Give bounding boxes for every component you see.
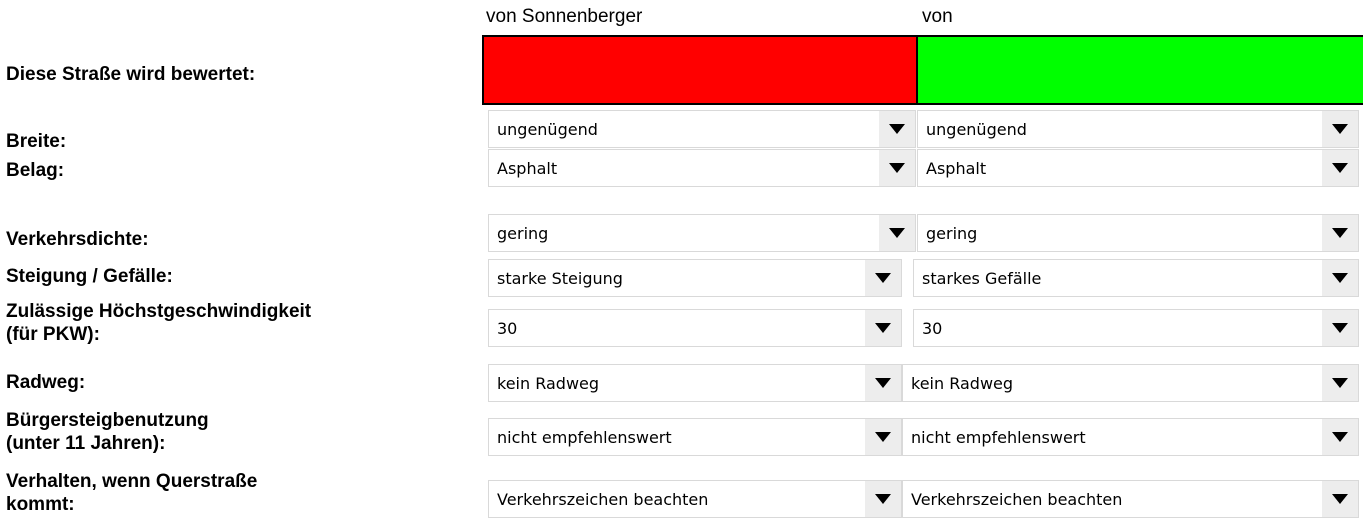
label-traffic-density: Verkehrsdichte: (6, 229, 149, 250)
gradient-right-value: starkes Gefälle (922, 269, 1042, 288)
traffic-density-left-select[interactable]: gering (488, 214, 916, 252)
label-speed-limit: Zulässige Höchstgeschwindigkeit (für PKW… (6, 300, 311, 346)
chevron-down-icon[interactable] (865, 481, 901, 517)
label-width: Breite: (6, 131, 67, 152)
speed-limit-left-select[interactable]: 30 (488, 309, 902, 347)
label-sidewalk-use: Bürgersteigbenutzung (unter 11 Jahren): (6, 409, 209, 455)
label-sidewalk-use-line1: Bürgersteigbenutzung (6, 410, 209, 431)
right-street-color-swatch[interactable] (917, 35, 1363, 105)
width-right-value: ungenügend (926, 120, 1027, 139)
width-right-select[interactable]: ungenügend (917, 110, 1359, 148)
chevron-down-icon[interactable] (1322, 419, 1358, 455)
chevron-down-icon[interactable] (1322, 260, 1358, 296)
chevron-down-icon[interactable] (879, 150, 915, 186)
label-bike-lane: Radweg: (6, 372, 86, 393)
bike-lane-left-value: kein Radweg (497, 374, 600, 393)
chevron-down-icon[interactable] (865, 260, 901, 296)
surface-left-value: Asphalt (497, 159, 558, 178)
gradient-left-select[interactable]: starke Steigung (488, 259, 902, 297)
left-street-color-swatch[interactable] (482, 35, 917, 105)
surface-left-select[interactable]: Asphalt (488, 149, 916, 187)
gradient-left-value: starke Steigung (497, 269, 623, 288)
surface-right-select[interactable]: Asphalt (917, 149, 1359, 187)
label-speed-limit-line1: Zulässige Höchstgeschwindigkeit (6, 301, 312, 322)
sidewalk-use-right-select[interactable]: nicht empfehlenswert (902, 418, 1359, 456)
label-speed-limit-line2: (für PKW): (6, 324, 100, 345)
label-gradient: Steigung / Gefälle: (6, 266, 173, 287)
chevron-down-icon[interactable] (1322, 215, 1358, 251)
left-column-header: von Sonnenberger (486, 6, 643, 27)
chevron-down-icon[interactable] (879, 215, 915, 251)
label-cross-street-line1: Verhalten, wenn Querstraße (6, 471, 258, 492)
width-left-value: ungenügend (497, 120, 598, 139)
sidewalk-use-right-value: nicht empfehlenswert (911, 428, 1086, 447)
chevron-down-icon[interactable] (1322, 365, 1358, 401)
chevron-down-icon[interactable] (879, 111, 915, 147)
cross-street-right-value: Verkehrszeichen beachten (911, 490, 1123, 509)
sidewalk-use-left-select[interactable]: nicht empfehlenswert (488, 418, 902, 456)
label-rated-street: Diese Straße wird bewertet: (6, 64, 256, 85)
chevron-down-icon[interactable] (865, 419, 901, 455)
width-left-select[interactable]: ungenügend (488, 110, 916, 148)
bike-lane-right-select[interactable]: kein Radweg (902, 364, 1359, 402)
bike-lane-right-value: kein Radweg (911, 374, 1014, 393)
cross-street-left-value: Verkehrszeichen beachten (497, 490, 709, 509)
chevron-down-icon[interactable] (1322, 481, 1358, 517)
chevron-down-icon[interactable] (1322, 111, 1358, 147)
label-surface: Belag: (6, 160, 65, 181)
bike-lane-left-select[interactable]: kein Radweg (488, 364, 902, 402)
label-cross-street-line2: kommt: (6, 494, 75, 515)
chevron-down-icon[interactable] (1322, 150, 1358, 186)
surface-right-value: Asphalt (926, 159, 987, 178)
traffic-density-left-value: gering (497, 224, 549, 243)
chevron-down-icon[interactable] (1322, 310, 1358, 346)
label-sidewalk-use-line2: (unter 11 Jahren): (6, 433, 166, 454)
sidewalk-use-left-value: nicht empfehlenswert (497, 428, 672, 447)
gradient-right-select[interactable]: starkes Gefälle (913, 259, 1359, 297)
label-cross-street: Verhalten, wenn Querstraße kommt: (6, 470, 257, 516)
traffic-density-right-value: gering (926, 224, 978, 243)
speed-limit-right-value: 30 (922, 319, 943, 338)
cross-street-left-select[interactable]: Verkehrszeichen beachten (488, 480, 902, 518)
speed-limit-right-select[interactable]: 30 (913, 309, 1359, 347)
speed-limit-left-value: 30 (497, 319, 518, 338)
chevron-down-icon[interactable] (865, 365, 901, 401)
chevron-down-icon[interactable] (865, 310, 901, 346)
right-column-header: von (922, 6, 953, 27)
traffic-density-right-select[interactable]: gering (917, 214, 1359, 252)
cross-street-right-select[interactable]: Verkehrszeichen beachten (902, 480, 1359, 518)
